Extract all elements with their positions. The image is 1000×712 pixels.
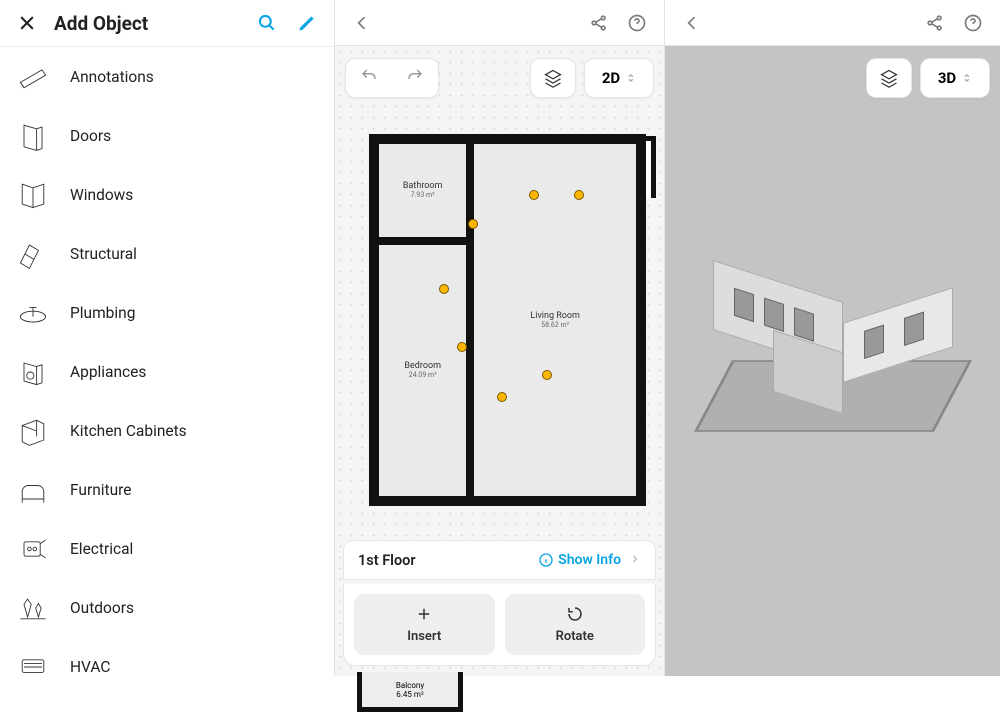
view-mode-2d-button[interactable]: 2D	[584, 58, 654, 98]
insert-label: Insert	[407, 629, 441, 644]
toolbar-2d: 2D	[345, 58, 654, 98]
action-row: Insert Rotate	[343, 584, 656, 666]
category-label: Appliances	[70, 363, 146, 381]
category-label: Doors	[70, 127, 111, 145]
undo-redo-group	[345, 58, 439, 98]
topbar-2d	[335, 0, 664, 46]
view-mode-3d-button[interactable]: 3D	[920, 58, 990, 98]
category-structural[interactable]: Structural	[0, 224, 334, 283]
floorplan-3d-panel: 3D	[665, 0, 1000, 676]
floorplan-canvas-3d[interactable]	[665, 46, 1000, 676]
show-info-label: Show Info	[558, 552, 621, 568]
back-icon[interactable]	[349, 10, 375, 36]
room-living[interactable]: Living Room 58.62 m²	[470, 140, 640, 500]
redo-button[interactable]	[406, 67, 424, 89]
room-area: 6.45 m²	[396, 690, 424, 699]
category-list: Annotations Doors Windows Structural Plu…	[0, 47, 334, 676]
category-furniture[interactable]: Furniture	[0, 460, 334, 519]
room-balcony-bottom[interactable]: Balcony 6.45 m²	[357, 672, 463, 712]
structural-icon	[14, 235, 52, 273]
stepper-icon	[962, 69, 972, 87]
category-plumbing[interactable]: Plumbing	[0, 283, 334, 342]
category-label: Plumbing	[70, 304, 135, 322]
category-kitchen-cabinets[interactable]: Kitchen Cabinets	[0, 401, 334, 460]
category-label: Annotations	[70, 68, 154, 86]
warning-marker[interactable]	[439, 284, 449, 294]
search-icon[interactable]	[254, 10, 280, 36]
category-label: Windows	[70, 186, 133, 204]
layers-button[interactable]	[530, 58, 576, 98]
back-icon[interactable]	[679, 10, 705, 36]
close-icon[interactable]	[14, 10, 40, 36]
topbar-3d	[665, 0, 1000, 46]
appliances-icon	[14, 353, 52, 391]
category-electrical[interactable]: Electrical	[0, 519, 334, 578]
category-label: Kitchen Cabinets	[70, 422, 187, 440]
stepper-icon	[626, 69, 636, 87]
add-object-panel: Add Object Annotations Doors Windows	[0, 0, 335, 676]
rotate-button[interactable]: Rotate	[505, 594, 646, 655]
category-hvac[interactable]: HVAC	[0, 637, 334, 676]
toolbar-3d: 3D	[858, 58, 990, 98]
room-bedroom[interactable]: Bedroom 24.09 m²	[375, 241, 470, 500]
room-name: Bathroom	[403, 181, 443, 191]
plumbing-icon	[14, 294, 52, 332]
warning-marker[interactable]	[457, 342, 467, 352]
show-info-button[interactable]: Show Info	[538, 552, 621, 568]
hvac-icon	[14, 648, 52, 677]
insert-button[interactable]: Insert	[354, 594, 495, 655]
floorplan-2d-panel: Balcony 12.41 m² Bathroom 7.93 m² Living…	[335, 0, 665, 676]
category-label: Electrical	[70, 540, 133, 558]
room-name: Balcony	[396, 681, 424, 690]
category-doors[interactable]: Doors	[0, 106, 334, 165]
category-label: Furniture	[70, 481, 131, 499]
edit-icon[interactable]	[294, 10, 320, 36]
annotations-icon	[14, 58, 52, 96]
rotate-label: Rotate	[556, 629, 594, 644]
category-windows[interactable]: Windows	[0, 165, 334, 224]
layers-button[interactable]	[866, 58, 912, 98]
category-label: HVAC	[70, 658, 110, 676]
category-outdoors[interactable]: Outdoors	[0, 578, 334, 637]
chevron-right-icon	[629, 552, 641, 569]
category-appliances[interactable]: Appliances	[0, 342, 334, 401]
view-mode-label: 3D	[938, 69, 956, 87]
panel-title: Add Object	[54, 12, 240, 35]
undo-button[interactable]	[360, 67, 378, 89]
floor-label: 1st Floor	[358, 552, 530, 569]
kitchen-cabinets-icon	[14, 412, 52, 450]
category-label: Outdoors	[70, 599, 134, 617]
isometric-render	[693, 281, 973, 471]
outdoors-icon	[14, 589, 52, 627]
floor-info-bar[interactable]: 1st Floor Show Info	[343, 540, 656, 580]
room-name: Living Room	[530, 311, 580, 321]
add-object-header: Add Object	[0, 0, 334, 46]
room-area: 58.62 m²	[541, 321, 569, 329]
warning-marker[interactable]	[497, 392, 507, 402]
floorplan-body[interactable]: Bathroom 7.93 m² Living Room 58.62 m² Be…	[369, 134, 646, 506]
view-mode-label: 2D	[602, 69, 620, 87]
floorplan-canvas-2d[interactable]: Balcony 12.41 m² Bathroom 7.93 m² Living…	[335, 46, 664, 676]
category-label: Structural	[70, 245, 137, 263]
room-name: Bedroom	[404, 361, 441, 371]
help-icon[interactable]	[960, 10, 986, 36]
windows-icon	[14, 176, 52, 214]
share-icon[interactable]	[922, 10, 948, 36]
room-area: 7.93 m²	[411, 191, 435, 199]
electrical-icon	[14, 530, 52, 568]
room-area: 24.09 m²	[409, 371, 437, 379]
warning-marker[interactable]	[468, 219, 478, 229]
category-annotations[interactable]: Annotations	[0, 47, 334, 106]
doors-icon	[14, 117, 52, 155]
room-bathroom[interactable]: Bathroom 7.93 m²	[375, 140, 470, 241]
share-icon[interactable]	[586, 10, 612, 36]
help-icon[interactable]	[624, 10, 650, 36]
furniture-icon	[14, 471, 52, 509]
